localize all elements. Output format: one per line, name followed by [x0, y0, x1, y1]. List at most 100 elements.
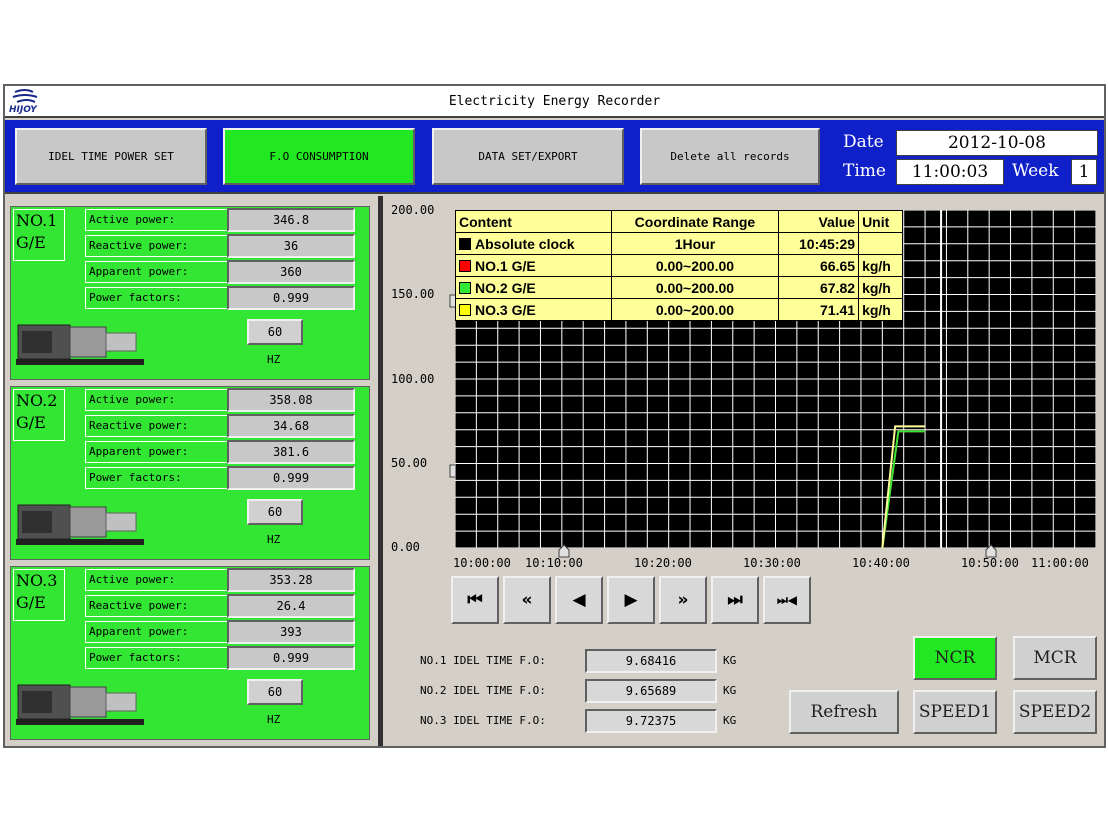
- apparent-power-label: Apparent power:: [85, 261, 229, 283]
- fast-back-button[interactable]: «: [503, 576, 551, 624]
- active-power-value: 353.28: [227, 568, 355, 592]
- idle-fo-label: NO.3 IDEL TIME F.O:: [420, 714, 546, 727]
- time-label: Time: [843, 161, 886, 181]
- generator-name: NO.2 G/E: [13, 389, 65, 441]
- power-factor-label: Power factors:: [85, 647, 229, 669]
- speed2-button[interactable]: SPEED2: [1013, 690, 1097, 734]
- date-label: Date: [843, 132, 884, 152]
- last-button[interactable]: ⏭: [711, 576, 759, 624]
- title-bar: HIJOY Electricity Energy Recorder: [5, 86, 1104, 118]
- legend-header-row: Content Coordinate Range Value Unit: [455, 210, 903, 233]
- reactive-power-value: 36: [227, 234, 355, 258]
- legend-swatch: [459, 303, 471, 316]
- app-window: HIJOY Electricity Energy Recorder IDEL T…: [3, 84, 1106, 748]
- reactive-power-label: Reactive power:: [85, 415, 229, 437]
- generator-3-card: NO.3 G/E Active power: 353.28 Reactive po…: [10, 566, 370, 740]
- back-button[interactable]: ◀: [555, 576, 603, 624]
- legend-unit: kg/h: [858, 254, 903, 277]
- legend-row: NO.3 G/E 0.00~200.00 71.41 kg/h: [455, 298, 903, 321]
- forward-button[interactable]: ▶: [607, 576, 655, 624]
- idle-fo-unit: KG: [723, 714, 737, 727]
- legend-range: 0.00~200.00: [610, 254, 780, 277]
- legend-range: 0.00~200.00: [610, 298, 780, 321]
- mcr-button[interactable]: MCR: [1013, 636, 1097, 680]
- legend-unit: [858, 232, 903, 255]
- first-button[interactable]: ⏮: [451, 576, 499, 624]
- week-label: Week: [1012, 161, 1059, 181]
- x-tick-label: 10:20:00: [634, 556, 692, 570]
- data-set-export-button[interactable]: DATA SET/EXPORT: [432, 128, 624, 185]
- legend-swatch: [459, 237, 471, 250]
- legend-row: NO.2 G/E 0.00~200.00 67.82 kg/h: [455, 276, 903, 299]
- power-factor-label: Power factors:: [85, 467, 229, 489]
- idle-time-power-set-button[interactable]: IDEL TIME POWER SET: [15, 128, 207, 185]
- x-tick-label: 10:50:00: [961, 556, 1019, 570]
- legend-unit: kg/h: [858, 276, 903, 299]
- legend-header: Value: [778, 210, 860, 233]
- legend-value: 66.65: [778, 254, 860, 277]
- apparent-power-value: 360: [227, 260, 355, 284]
- y-tick-label: 0.00: [391, 540, 420, 554]
- idle-fo-unit: KG: [723, 684, 737, 697]
- generator-1-card: NO.1 G/E Active power: 346.8 Reactive pow…: [10, 206, 370, 380]
- y-tick-label: 200.00: [391, 203, 435, 217]
- power-factor-label: Power factors:: [85, 287, 229, 309]
- y-tick-label: 100.00: [391, 372, 435, 386]
- frequency-unit: HZ: [267, 353, 281, 366]
- reactive-power-label: Reactive power:: [85, 595, 229, 617]
- active-power-value: 346.8: [227, 208, 355, 232]
- generator-panel: NO.1 G/E Active power: 346.8 Reactive pow…: [5, 196, 378, 746]
- x-tick-label: 10:30:00: [743, 556, 801, 570]
- idle-fo-value: 9.72375: [585, 709, 717, 733]
- legend-content: NO.1 G/E: [455, 254, 612, 277]
- week-value: 1: [1071, 159, 1097, 185]
- apparent-power-value: 393: [227, 620, 355, 644]
- speed1-button[interactable]: SPEED1: [913, 690, 997, 734]
- generator-name: NO.1 G/E: [13, 209, 65, 261]
- x-tick-label: 10:10:00: [525, 556, 583, 570]
- active-power-label: Active power:: [85, 389, 229, 411]
- trend-chart: Content Coordinate Range Value Unit Abso…: [455, 210, 1096, 548]
- ncr-button[interactable]: NCR: [913, 636, 997, 680]
- time-value: 11:00:03: [896, 159, 1004, 185]
- generator-icon: [16, 684, 144, 725]
- legend-swatch: [459, 259, 471, 272]
- legend-content: NO.2 G/E: [455, 276, 612, 299]
- active-power-label: Active power:: [85, 209, 229, 231]
- x-tick-label: 10:40:00: [852, 556, 910, 570]
- x-tick-label: 10:00:00: [453, 556, 511, 570]
- active-power-value: 358.08: [227, 388, 355, 412]
- power-factor-value: 0.999: [227, 646, 355, 670]
- power-factor-value: 0.999: [227, 286, 355, 310]
- legend-content: NO.3 G/E: [455, 298, 612, 321]
- center-button[interactable]: ⏭◀: [763, 576, 811, 624]
- frequency-value: 60: [247, 679, 303, 705]
- power-factor-value: 0.999: [227, 466, 355, 490]
- legend-swatch: [459, 281, 471, 294]
- legend-value: 10:45:29: [778, 232, 860, 255]
- generator-name: NO.3 G/E: [13, 569, 65, 621]
- delete-all-records-button[interactable]: Delete all records: [640, 128, 820, 185]
- legend-unit: kg/h: [858, 298, 903, 321]
- legend-row: Absolute clock 1Hour 10:45:29: [455, 232, 903, 255]
- window-title: Electricity Energy Recorder: [448, 94, 661, 109]
- legend-range: 1Hour: [610, 232, 780, 255]
- chart-panel: 200.00 150.00 100.00 50.00 0.00 Content …: [383, 196, 1104, 746]
- y-tick-label: 150.00: [391, 287, 435, 301]
- legend-header: Coordinate Range: [610, 210, 780, 233]
- legend-header: Unit: [858, 210, 903, 233]
- idle-fo-label: NO.1 IDEL TIME F.O:: [420, 654, 546, 667]
- legend-row: NO.1 G/E 0.00~200.00 66.65 kg/h: [455, 254, 903, 277]
- frequency-unit: HZ: [267, 713, 281, 726]
- idle-fo-unit: KG: [723, 654, 737, 667]
- idle-fo-value: 9.68416: [585, 649, 717, 673]
- fo-consumption-button[interactable]: F.O CONSUMPTION: [223, 128, 415, 185]
- refresh-button[interactable]: Refresh: [789, 690, 899, 734]
- fast-forward-button[interactable]: »: [659, 576, 707, 624]
- generator-2-card: NO.2 G/E Active power: 358.08 Reactive po…: [10, 386, 370, 560]
- y-tick-label: 50.00: [391, 456, 428, 470]
- apparent-power-label: Apparent power:: [85, 621, 229, 643]
- legend-content: Absolute clock: [455, 232, 612, 255]
- generator-icon: [16, 504, 144, 545]
- reactive-power-value: 26.4: [227, 594, 355, 618]
